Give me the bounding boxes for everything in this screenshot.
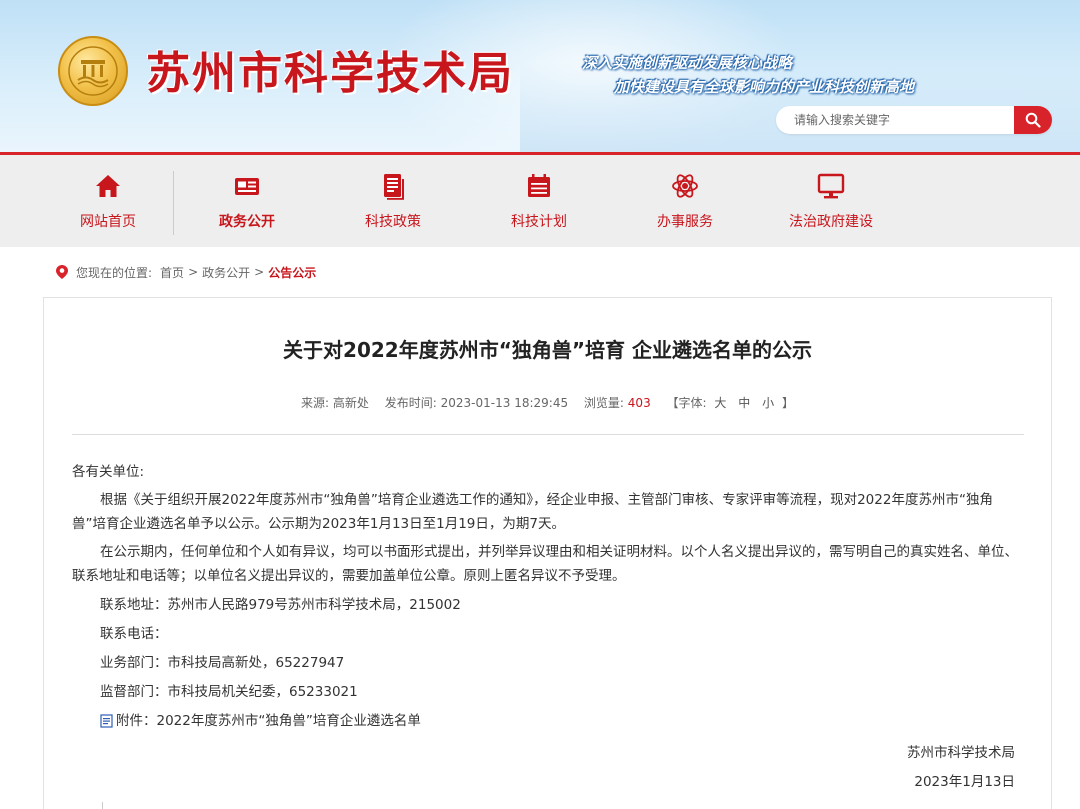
supervision-department: 监督部门：市科技局机关纪委，65233021: [100, 684, 358, 700]
breadcrumb-current[interactable]: 公告公示: [268, 264, 316, 281]
nav-label: 政务公开: [219, 214, 275, 230]
article-body: 各有关单位: 根据《关于组织开展2022年度苏州市“独角兽”培育企业遴选工作的通…: [72, 460, 1024, 734]
monitor-icon: [817, 173, 845, 199]
meta-source: 来源: 高新处: [301, 396, 369, 410]
seal-graphic: [68, 46, 118, 96]
breadcrumb: 您现在的位置: 首页 > 政务公开 > 公告公示: [56, 264, 320, 280]
contact-phone-label: 联系电话：: [100, 626, 168, 642]
nav-item-sci-plan[interactable]: 科技计划: [466, 155, 612, 247]
business-department: 业务部门：市科技局高新处，65227947: [100, 655, 345, 671]
nav-label: 科技政策: [365, 214, 421, 230]
site-header: 苏州市科学技术局 深入实施创新驱动发展核心战略 加快建设具有全球影响力的产业科技…: [0, 0, 1080, 152]
attachment-link[interactable]: 附件：2022年度苏州市“独角兽”培育企业遴选名单: [116, 708, 421, 734]
nav-label: 网站首页: [80, 214, 136, 230]
nav-item-services[interactable]: 办事服务: [612, 155, 758, 247]
paragraph-2: 在公示期内，任何单位和个人如有异议，均可以书面形式提出，并列举异议理由和相关证明…: [72, 544, 1018, 584]
nav-label: 法治政府建设: [789, 214, 873, 230]
font-large-button[interactable]: 大: [714, 396, 726, 410]
atom-icon: [672, 174, 698, 198]
article-panel: 关于对2022年度苏州市“独角兽”培育 企业遴选名单的公示 来源: 高新处 发布…: [43, 297, 1052, 809]
breadcrumb-separator: >: [254, 265, 265, 279]
search-box: [776, 106, 1052, 134]
font-small-button[interactable]: 小: [762, 396, 774, 410]
government-seal-icon[interactable]: [58, 36, 128, 106]
attachment-doc-icon: [100, 714, 113, 728]
signature-org: 苏州市科学技术局: [907, 745, 1015, 761]
breadcrumb-separator: >: [188, 265, 199, 279]
nav-item-home[interactable]: 网站首页: [35, 155, 181, 247]
location-pin-icon: [56, 265, 68, 279]
paragraph-1: 根据《关于组织开展2022年度苏州市“独角兽”培育企业遴选工作的通知》，经企业申…: [72, 492, 993, 532]
calendar-icon: [528, 174, 550, 197]
nav-item-gov-affairs[interactable]: 政务公开: [174, 155, 320, 247]
search-button[interactable]: [1014, 106, 1052, 134]
main-nav: 网站首页 政务公开 科技政策 科技计划 办事服务 法治政府建设: [0, 152, 1080, 247]
nav-item-sci-policy[interactable]: 科技政策: [320, 155, 466, 247]
signature-date: 2023年1月13日: [914, 774, 1015, 790]
breadcrumb-home[interactable]: 首页: [160, 264, 184, 281]
site-title[interactable]: 苏州市科学技术局: [146, 42, 514, 106]
bottom-divider: [102, 802, 103, 809]
news-icon: [235, 178, 259, 195]
slogan-line-2: 加快建设具有全球影响力的产业科技创新高地: [614, 78, 915, 96]
article-meta: 来源: 高新处 发布时间: 2023-01-13 18:29:45 浏览量: 4…: [44, 394, 1051, 411]
search-icon: [1025, 112, 1041, 128]
contact-address: 联系地址：苏州市人民路979号苏州市科学技术局，215002: [100, 597, 461, 613]
slogan-line-1: 深入实施创新驱动发展核心战略: [582, 54, 793, 72]
title-divider: [72, 434, 1024, 435]
nav-item-rule-of-law[interactable]: 法治政府建设: [758, 155, 904, 247]
home-icon: [96, 175, 120, 197]
article-title: 关于对2022年度苏州市“独角兽”培育 企业遴选名单的公示: [283, 338, 812, 362]
search-input[interactable]: [776, 106, 1016, 134]
meta-time: 发布时间: 2023-01-13 18:29:45: [384, 396, 569, 410]
document-icon: [384, 174, 404, 200]
view-count: 403: [627, 396, 651, 410]
nav-label: 科技计划: [511, 214, 567, 230]
salutation: 各有关单位:: [72, 464, 145, 480]
font-size-switcher: 【字体: 大 中 小 】: [666, 396, 794, 410]
font-medium-button[interactable]: 中: [738, 396, 750, 410]
meta-views: 浏览量: 403: [583, 396, 651, 410]
nav-label: 办事服务: [657, 214, 713, 230]
breadcrumb-prefix: 您现在的位置:: [76, 265, 153, 280]
attachment[interactable]: 附件：2022年度苏州市“独角兽”培育企业遴选名单: [72, 708, 1024, 734]
breadcrumb-gov-affairs[interactable]: 政务公开: [202, 264, 250, 281]
